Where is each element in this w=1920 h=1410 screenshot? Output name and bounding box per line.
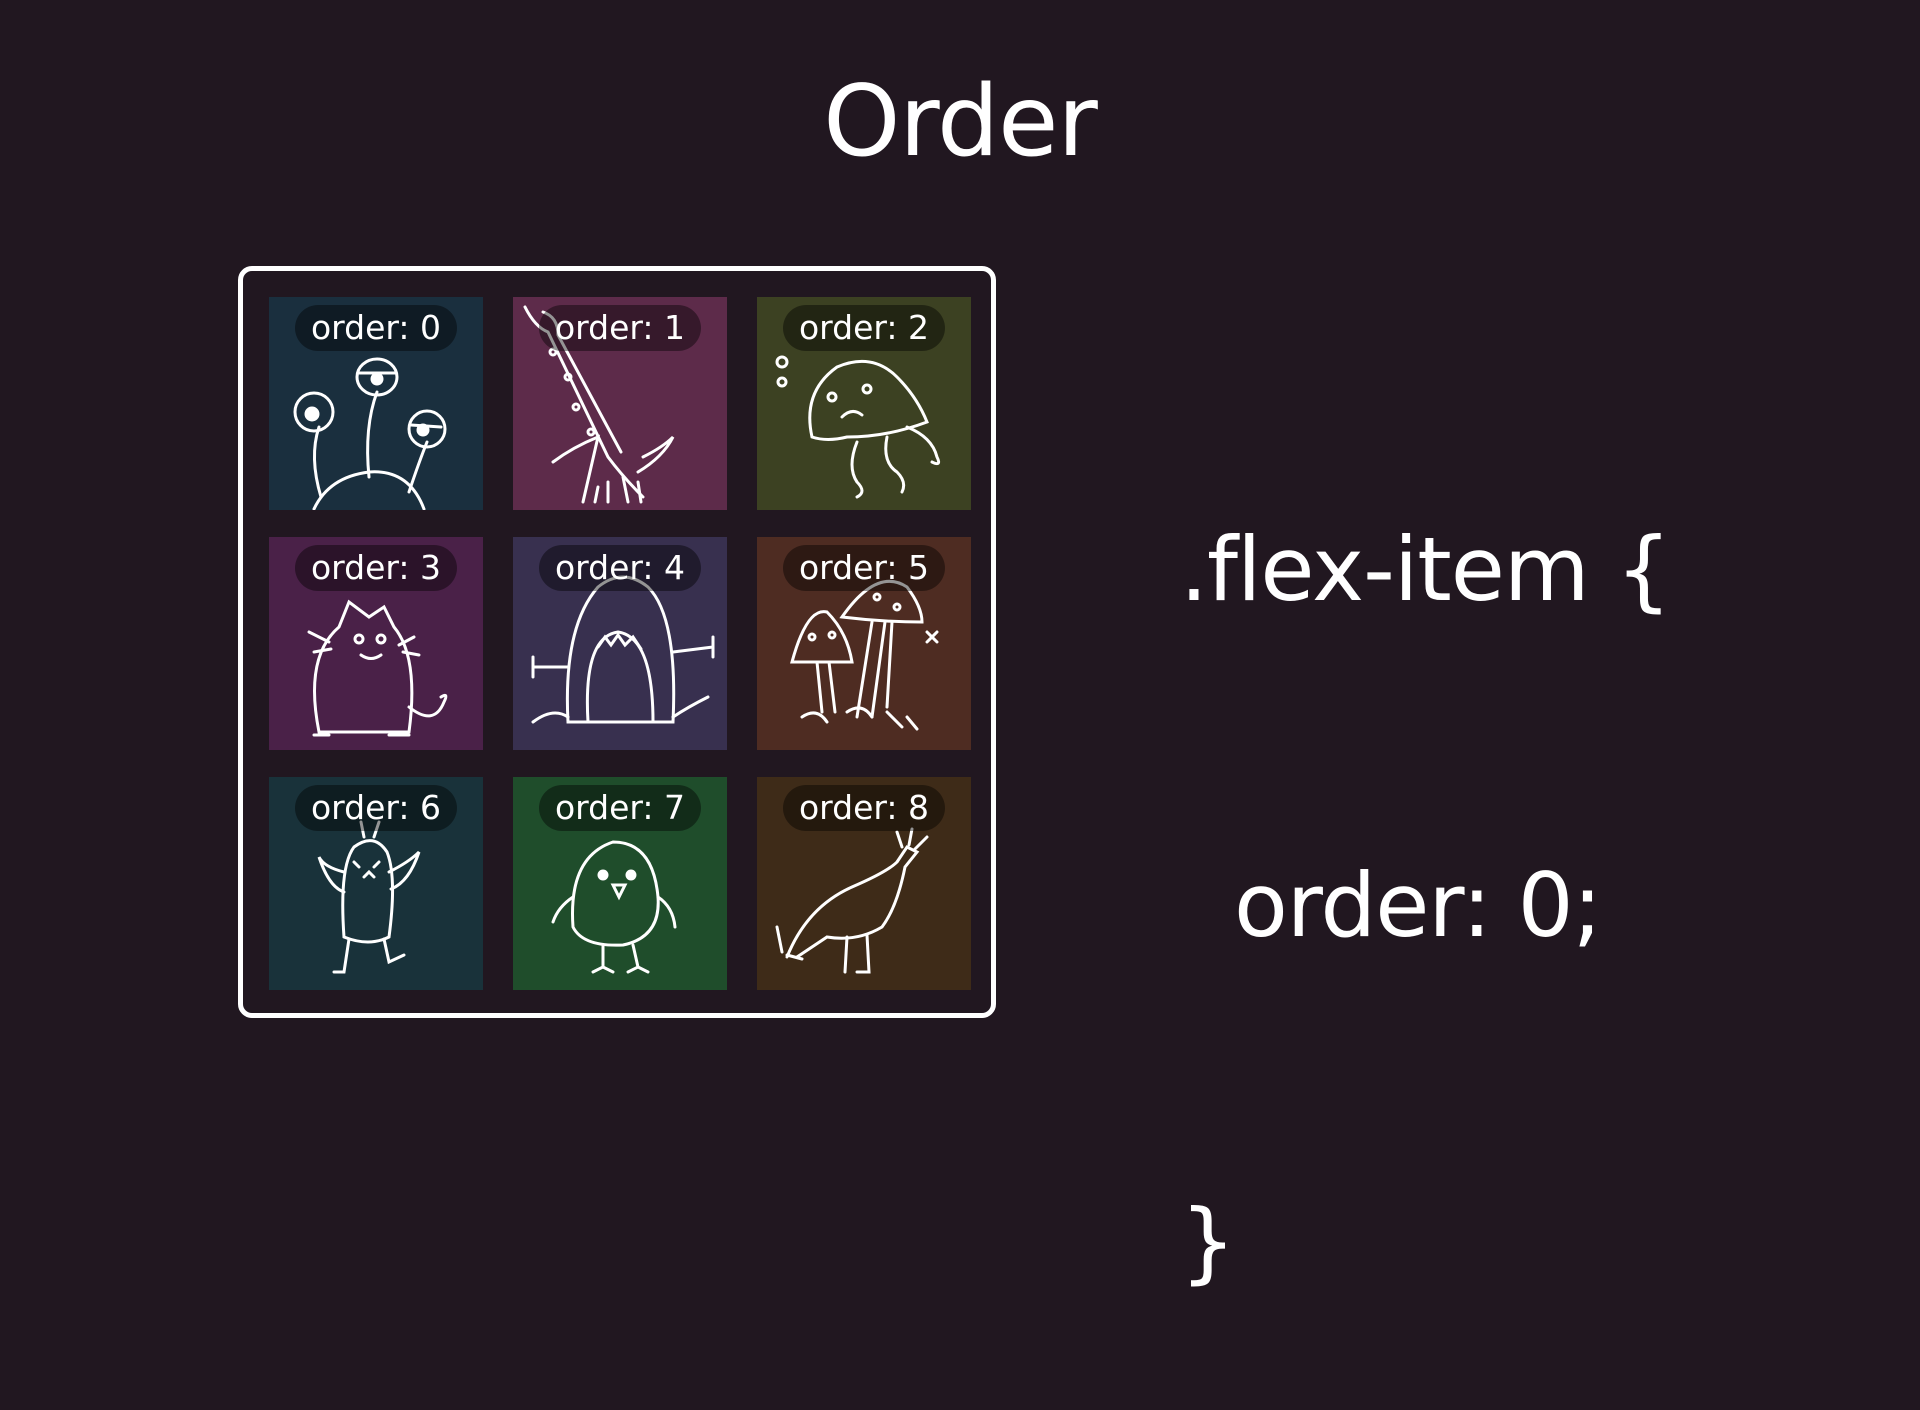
flex-item-0: order: 0 [269, 297, 483, 510]
flex-item-5: order: 5 [757, 537, 971, 750]
flex-item-1: order: 1 [513, 297, 727, 510]
code-line-closing-brace: } [1180, 1190, 1236, 1293]
flex-item-3: order: 3 [269, 537, 483, 750]
order-label: order: 4 [538, 545, 702, 591]
order-label: order: 5 [782, 545, 946, 591]
flex-item-2: order: 2 [757, 297, 971, 510]
order-label: order: 2 [782, 305, 946, 351]
flex-item-7: order: 7 [513, 777, 727, 990]
flex-item-8: order: 8 [757, 777, 971, 990]
code-line-selector: .flex-item { [1180, 518, 1672, 621]
order-label: order: 0 [294, 305, 458, 351]
code-line-declaration: order: 0; [1180, 854, 1602, 957]
flex-item-6: order: 6 [269, 777, 483, 990]
order-label: order: 1 [538, 305, 702, 351]
order-label: order: 6 [294, 785, 458, 831]
flex-item-4: order: 4 [513, 537, 727, 750]
order-label: order: 8 [782, 785, 946, 831]
slide-title: Order [823, 65, 1098, 179]
order-label: order: 3 [294, 545, 458, 591]
order-label: order: 7 [538, 785, 702, 831]
flex-container: order: 0 order: 1 order: 2 order: 3 orde… [238, 266, 996, 1018]
code-snippet: .flex-item { order: 0; } [1180, 290, 1672, 1410]
